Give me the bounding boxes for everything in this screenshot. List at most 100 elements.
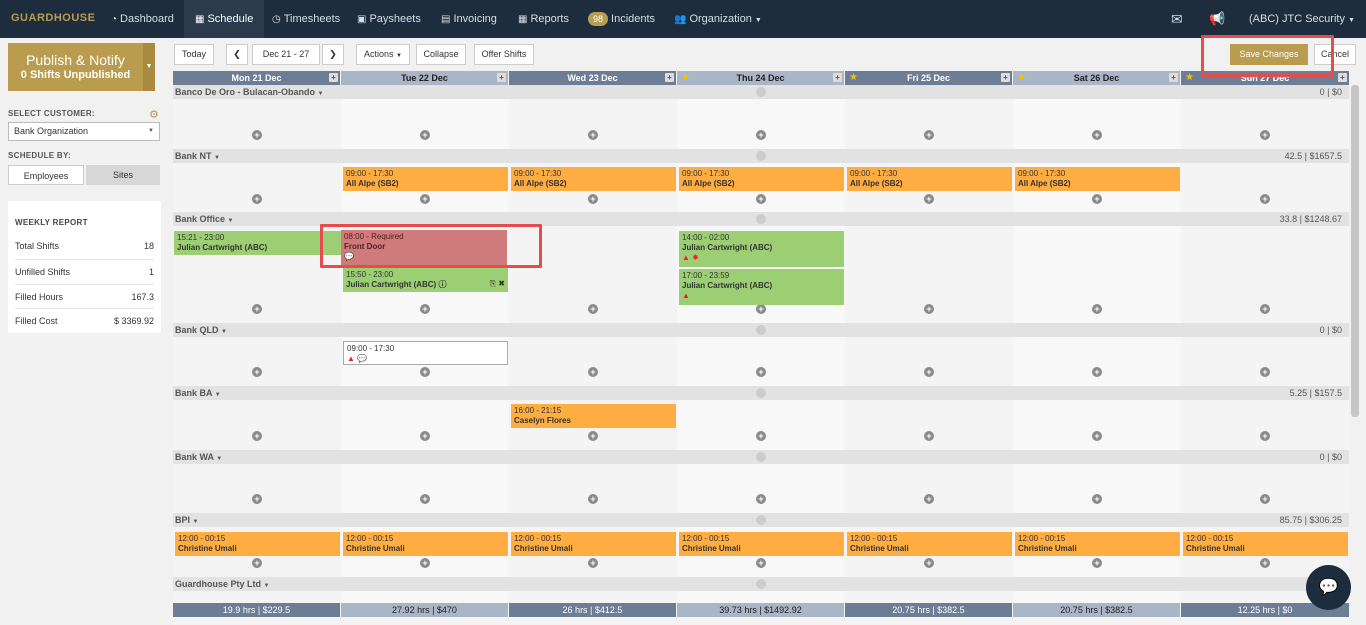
group-row[interactable]: Bank WA ▼ 0 | $0	[173, 450, 1349, 464]
add-shift-icon[interactable]: +	[1260, 304, 1270, 314]
group-add-icon[interactable]	[756, 452, 766, 462]
vertical-scrollbar[interactable]	[1351, 85, 1359, 417]
shift-card[interactable]: 09:00 - 17:30 All Alpe (SB2)	[1015, 167, 1180, 191]
shift-card[interactable]: 12:00 - 00:15 Christine Umali	[343, 532, 508, 556]
gear-icon[interactable]: ⚙	[149, 108, 159, 121]
add-shift-icon[interactable]: +	[588, 558, 598, 568]
nav-reports[interactable]: ▦ Reports	[518, 0, 569, 38]
next-week-button[interactable]: ❯	[322, 44, 344, 65]
add-shift-icon[interactable]: +	[1092, 431, 1102, 441]
add-shift-icon[interactable]: +	[252, 494, 262, 504]
add-shift-icon[interactable]: +	[252, 304, 262, 314]
add-shift-icon[interactable]: +	[588, 130, 598, 140]
account-menu[interactable]: (ABC) JTC Security ▼	[1249, 0, 1355, 38]
add-shift-icon[interactable]: +	[924, 431, 934, 441]
group-add-icon[interactable]	[756, 87, 766, 97]
add-shift-icon[interactable]: +	[1092, 494, 1102, 504]
toggle-sites[interactable]: Sites	[86, 165, 160, 185]
add-shift-icon[interactable]: +	[1092, 194, 1102, 204]
today-button[interactable]: Today	[174, 44, 214, 65]
actions-dropdown[interactable]: Actions ▼	[356, 44, 410, 65]
group-add-icon[interactable]	[756, 151, 766, 161]
add-shift-icon[interactable]: +	[588, 494, 598, 504]
shift-card[interactable]: 15:50 - 23:00 Julian Cartwright (ABC) ⓘ ⎘ …	[343, 268, 508, 292]
shift-card[interactable]: 09:00 - 17:30 All Alpe (SB2)	[511, 167, 676, 191]
nav-dashboard[interactable]: ◔ Dashboard	[111, 0, 174, 38]
plus-icon[interactable]: +	[1338, 73, 1347, 82]
publish-dropdown-toggle[interactable]: ▼	[143, 43, 155, 91]
nav-incidents[interactable]: 98 Incidents	[588, 0, 655, 38]
group-add-icon[interactable]	[756, 214, 766, 224]
nav-organization[interactable]: 👥 Organization ▼	[674, 0, 762, 38]
add-shift-icon[interactable]: +	[420, 558, 430, 568]
shift-card[interactable]: 12:00 - 00:15 Christine Umali	[1015, 532, 1180, 556]
date-range-picker[interactable]: Dec 21 - 27	[252, 44, 320, 65]
group-add-icon[interactable]	[756, 325, 766, 335]
shift-card[interactable]: 12:00 - 00:15 Christine Umali	[847, 532, 1012, 556]
add-shift-icon[interactable]: +	[420, 304, 430, 314]
shift-card[interactable]: 15:21 - 23:00 Julian Cartwright (ABC)	[174, 231, 341, 255]
group-row[interactable]: Guardhouse Pty Ltd ▼	[173, 577, 1349, 591]
shift-card[interactable]: 14:00 - 02:00 Julian Cartwright (ABC) ▲ ✸	[679, 231, 844, 267]
add-shift-icon[interactable]: +	[588, 194, 598, 204]
add-shift-icon[interactable]: +	[924, 558, 934, 568]
add-shift-icon[interactable]: +	[420, 431, 430, 441]
unassigned-shift-card[interactable]: 09:00 - 17:30 ▲ 💬	[343, 341, 508, 365]
add-shift-icon[interactable]: +	[1092, 304, 1102, 314]
nav-invoicing[interactable]: ▤ Invoicing	[441, 0, 497, 38]
add-shift-icon[interactable]: +	[252, 194, 262, 204]
add-shift-icon[interactable]: +	[1260, 194, 1270, 204]
add-shift-icon[interactable]: +	[924, 494, 934, 504]
shift-card[interactable]: 12:00 - 00:15 Christine Umali	[679, 532, 844, 556]
add-shift-icon[interactable]: +	[756, 431, 766, 441]
prev-week-button[interactable]: ❮	[226, 44, 248, 65]
add-shift-icon[interactable]: +	[420, 194, 430, 204]
offer-shifts-button[interactable]: Offer Shifts	[474, 44, 534, 65]
add-shift-icon[interactable]: +	[756, 367, 766, 377]
add-shift-icon[interactable]: +	[924, 367, 934, 377]
add-shift-icon[interactable]: +	[756, 194, 766, 204]
megaphone-icon[interactable]: 📢	[1209, 0, 1225, 38]
group-row[interactable]: BPI ▼ 85.75 | $306.25	[173, 513, 1349, 527]
add-shift-icon[interactable]: +	[588, 304, 598, 314]
add-shift-icon[interactable]: +	[1260, 367, 1270, 377]
add-shift-icon[interactable]: +	[924, 130, 934, 140]
shift-card[interactable]: 09:00 - 17:30 All Alpe (SB2)	[343, 167, 508, 191]
add-shift-icon[interactable]: +	[1260, 494, 1270, 504]
add-shift-icon[interactable]: +	[420, 130, 430, 140]
add-shift-icon[interactable]: +	[1092, 558, 1102, 568]
add-shift-icon[interactable]: +	[420, 494, 430, 504]
group-add-icon[interactable]	[756, 515, 766, 525]
shift-card[interactable]: 12:00 - 00:15 Christine Umali	[1183, 532, 1348, 556]
add-shift-icon[interactable]: +	[1092, 367, 1102, 377]
group-row[interactable]: Bank NT ▼ 42.5 | $1657.5	[173, 149, 1349, 163]
envelope-icon[interactable]: ✉	[1171, 0, 1183, 38]
add-shift-icon[interactable]: +	[756, 494, 766, 504]
add-shift-icon[interactable]: +	[420, 367, 430, 377]
plus-icon[interactable]: +	[497, 73, 506, 82]
add-shift-icon[interactable]: +	[756, 130, 766, 140]
shift-card[interactable]: 09:00 - 17:30 All Alpe (SB2)	[847, 167, 1012, 191]
add-shift-icon[interactable]: +	[252, 367, 262, 377]
group-row[interactable]: Bank QLD ▼ 0 | $0	[173, 323, 1349, 337]
shift-card[interactable]: 12:00 - 00:15 Christine Umali	[175, 532, 340, 556]
add-shift-icon[interactable]: +	[1092, 130, 1102, 140]
add-shift-icon[interactable]: +	[924, 304, 934, 314]
shift-card[interactable]: 12:00 - 00:15 Christine Umali	[511, 532, 676, 556]
add-shift-icon[interactable]: +	[252, 130, 262, 140]
add-shift-icon[interactable]: +	[588, 431, 598, 441]
add-shift-icon[interactable]: +	[756, 304, 766, 314]
collapse-button[interactable]: Collapse	[416, 44, 466, 65]
add-shift-icon[interactable]: +	[588, 367, 598, 377]
add-shift-icon[interactable]: +	[1260, 431, 1270, 441]
nav-schedule[interactable]: ▦ Schedule	[184, 0, 265, 38]
plus-icon[interactable]: +	[1001, 73, 1010, 82]
add-shift-icon[interactable]: +	[252, 431, 262, 441]
customer-select[interactable]: Bank Organization ▼	[8, 122, 160, 141]
group-add-icon[interactable]	[756, 388, 766, 398]
add-shift-icon[interactable]: +	[756, 558, 766, 568]
group-add-icon[interactable]	[756, 579, 766, 589]
shift-card[interactable]: 09:00 - 17:30 All Alpe (SB2)	[679, 167, 844, 191]
group-row[interactable]: Bank BA ▼ 5.25 | $157.5	[173, 386, 1349, 400]
plus-icon[interactable]: +	[833, 73, 842, 82]
